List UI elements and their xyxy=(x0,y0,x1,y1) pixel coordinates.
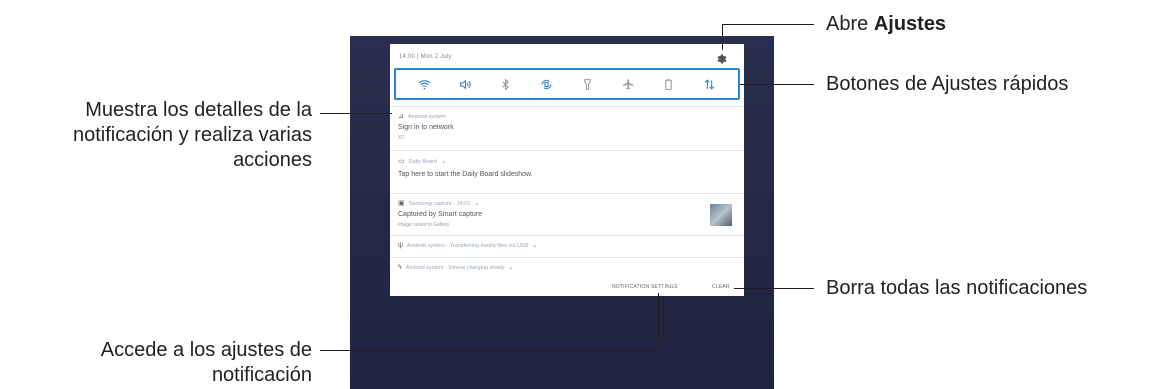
callout-clear-all: Borra todas las notificaciones xyxy=(826,277,1088,299)
notification-title: Captured by Smart capture xyxy=(398,211,483,218)
chevron-down-icon[interactable]: ⌄ xyxy=(474,201,479,207)
notification-item[interactable]: ▭ Daily Board ⌄ Tap here to start the Dail… xyxy=(390,150,744,190)
notification-app: Android system xyxy=(407,114,446,120)
notification-app: Android system · Transferring media file… xyxy=(407,243,529,249)
signal-icon: ⊿ xyxy=(398,113,404,120)
board-icon: ▭ xyxy=(398,158,405,165)
callout-access-settings: Accede a los ajustes de notificación xyxy=(101,338,312,388)
sound-icon[interactable] xyxy=(458,77,472,91)
chevron-down-icon[interactable]: ⌄ xyxy=(532,243,537,249)
callout-notification-details: Muestra los detalles de la notificación … xyxy=(73,98,312,173)
callout-line-access-vertical xyxy=(658,293,659,351)
bluetooth-icon[interactable] xyxy=(499,77,513,91)
callout-line-access xyxy=(320,350,659,351)
callout-line-clear xyxy=(734,288,814,289)
callout-open-settings: Abre Ajustes xyxy=(826,12,946,37)
notification-settings-button[interactable]: NOTIFICATION SETTINGS xyxy=(612,284,678,290)
callout-details-line-3: acciones xyxy=(233,149,312,171)
callout-line-quick-settings xyxy=(740,84,814,85)
notification-item[interactable]: ▣ Samsung capture · 14:01 ⌄ Captured by Sm… xyxy=(390,193,744,235)
callout-details-line-1: Muestra los detalles de la xyxy=(85,99,312,121)
notification-subtitle: XT xyxy=(398,135,405,141)
notification-item[interactable]: ϟ Android system · Device charging slowly… xyxy=(390,257,744,279)
auto-rotate-icon[interactable] xyxy=(540,77,554,91)
notification-app: Samsung capture · 14:01 xyxy=(408,201,471,207)
clear-button[interactable]: CLEAR xyxy=(712,284,730,290)
callout-open-settings-bold: Ajustes xyxy=(873,13,947,35)
notification-app: Android system · Device charging slowly xyxy=(405,265,505,271)
callout-line-settings-vertical xyxy=(722,24,723,50)
notification-title: Tap here to start the Daily Board slides… xyxy=(398,171,533,178)
image-icon: ▣ xyxy=(398,200,405,207)
notification-item[interactable]: ⊿ Android system Sign in to network XT xyxy=(390,106,744,144)
airplane-mode-icon[interactable] xyxy=(621,77,635,91)
notification-item[interactable]: ψ Android system · Transferring media fil… xyxy=(390,235,744,257)
notification-subtitle: Image saved in Gallery xyxy=(398,222,450,228)
gear-icon[interactable] xyxy=(716,52,728,64)
callout-open-settings-prefix: Abre xyxy=(826,13,874,35)
chevron-down-icon[interactable]: ⌄ xyxy=(508,265,513,271)
charging-icon: ϟ xyxy=(398,264,402,271)
chevron-down-icon[interactable]: ⌄ xyxy=(441,159,446,165)
callout-access-line-1: Accede a los ajustes de xyxy=(100,339,312,361)
power-saving-icon[interactable] xyxy=(662,77,676,91)
flashlight-icon[interactable] xyxy=(580,77,594,91)
notification-title: Sign in to network xyxy=(398,124,454,131)
notification-app: Daily Board xyxy=(408,159,438,165)
usb-icon: ψ xyxy=(398,242,403,249)
callout-access-line-2: notificación xyxy=(211,364,312,386)
callout-line-details xyxy=(320,113,392,114)
mobile-data-icon[interactable] xyxy=(703,77,717,91)
wifi-icon[interactable] xyxy=(417,77,431,91)
callout-line-settings xyxy=(722,24,814,25)
callout-details-line-2: notificación y realiza varias xyxy=(73,124,312,146)
captured-image-thumbnail[interactable] xyxy=(710,204,732,226)
quick-settings-bar xyxy=(394,68,740,100)
callout-quick-settings: Botones de Ajustes rápidos xyxy=(826,73,1069,95)
status-bar-time-date: 14:00 | Mon 2 July xyxy=(399,54,452,60)
